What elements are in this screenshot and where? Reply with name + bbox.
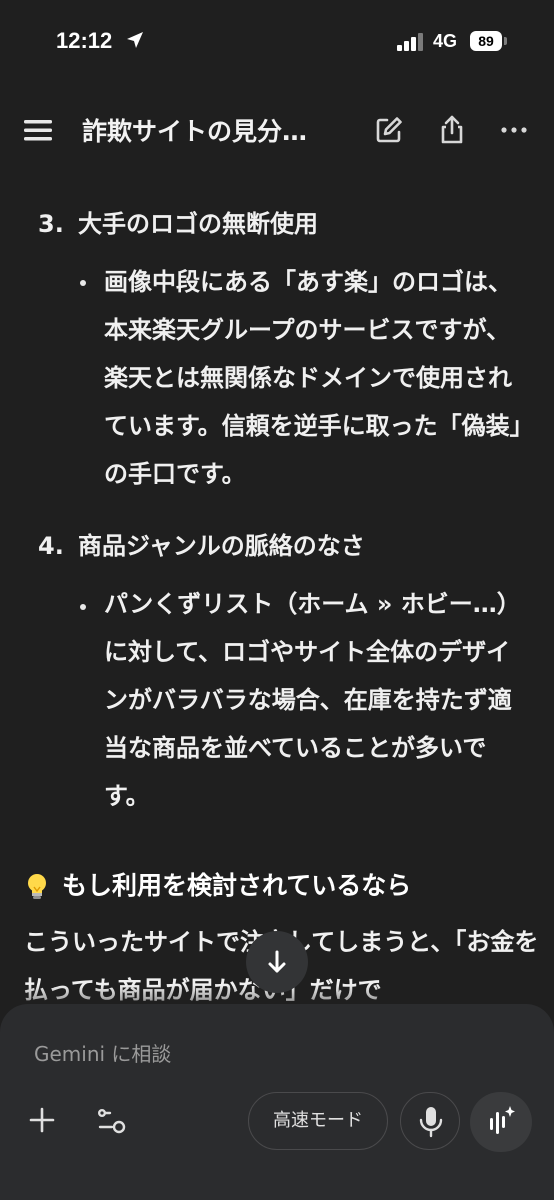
arrow-down-icon — [268, 950, 286, 973]
status-time: 12:12 — [56, 28, 113, 53]
bullet-dot — [80, 280, 86, 286]
response-content: 3. 大手のロゴの無断使用 画像中段にある「あす楽」のロゴは、本来楽天グループのサ… — [0, 190, 554, 1040]
battery-icon: 89 — [470, 31, 508, 53]
microphone-icon — [419, 1107, 443, 1138]
microphone-button[interactable] — [400, 1092, 460, 1150]
list-heading-text: 大手のロゴの無断使用 — [78, 210, 318, 238]
scroll-to-bottom-button[interactable] — [246, 931, 308, 993]
prompt-input[interactable]: Gemini に相談 — [34, 1038, 171, 1067]
status-bar: 12:12 4G 89 — [0, 0, 554, 84]
new-chat-edit-icon[interactable] — [373, 114, 405, 146]
list-item-bullet: パンくずリスト（ホーム » ホビー…）に対して、ロゴやサイト全体のデザインがバラ… — [104, 590, 521, 810]
cellular-signal-icon — [397, 33, 423, 51]
list-item-heading: 4. 商品ジャンルの脈絡のなさ — [38, 526, 365, 561]
section-heading-text: もし利用を検討されているなら — [62, 871, 412, 900]
list-number: 3. — [38, 210, 64, 238]
section-heading: もし利用を検討されているなら — [24, 866, 411, 902]
live-waveform-icon — [490, 1106, 515, 1134]
list-item-heading: 3. 大手のロゴの無断使用 — [38, 204, 318, 239]
lightbulb-icon — [28, 874, 46, 899]
list-item-bullet: 画像中段にある「あす楽」のロゴは、本来楽天グループのサービスですが、楽天とは無関… — [104, 268, 522, 488]
live-mode-button[interactable] — [470, 1092, 532, 1152]
top-app-bar: 詐欺サイトの見分… — [0, 100, 554, 162]
bullet-dot — [80, 604, 86, 610]
more-options-icon[interactable] — [498, 114, 530, 146]
share-icon[interactable] — [436, 114, 468, 146]
battery-level: 89 — [470, 31, 502, 51]
menu-icon[interactable] — [24, 118, 54, 142]
chat-title[interactable]: 詐欺サイトの見分… — [82, 112, 352, 148]
mode-selector-button[interactable]: 高速モード — [248, 1092, 388, 1150]
list-number: 4. — [38, 532, 64, 560]
tools-icon[interactable] — [98, 1106, 128, 1134]
network-type: 4G — [433, 31, 458, 51]
location-arrow-icon — [127, 32, 143, 48]
prompt-composer: Gemini に相談 高速モード — [0, 1004, 554, 1200]
add-attachment-icon[interactable] — [28, 1106, 56, 1134]
list-heading-text: 商品ジャンルの脈絡のなさ — [78, 532, 365, 560]
